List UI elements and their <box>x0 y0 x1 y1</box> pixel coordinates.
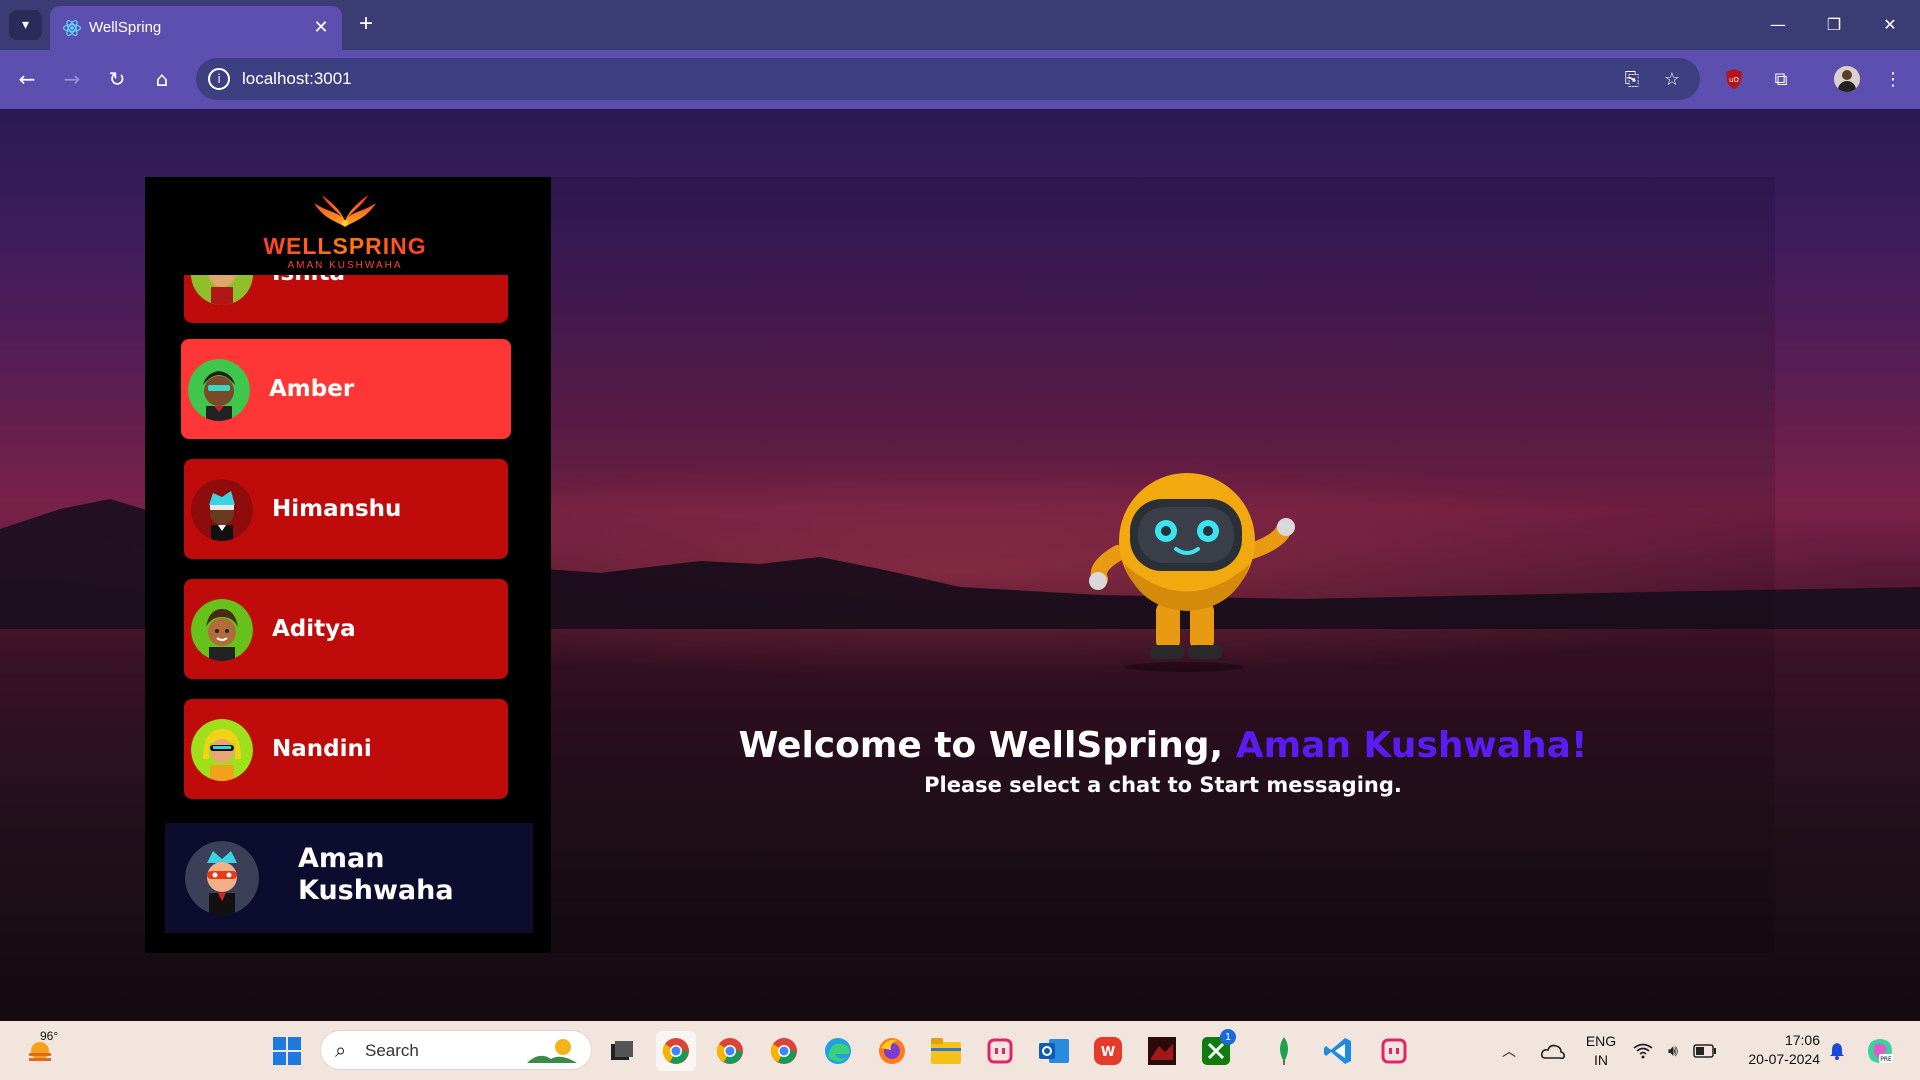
file-explorer-taskbar-icon[interactable] <box>926 1031 966 1071</box>
chrome-taskbar-icon[interactable] <box>656 1031 696 1071</box>
current-user-card[interactable]: Aman Kushwaha <box>165 823 533 933</box>
browser-toolbar: ← → ↻ ⌂ i localhost:3001 ⎘ ☆ uO ⧉ ⋮ <box>0 50 1920 109</box>
taskbar-search-box[interactable]: ⌕ Search <box>320 1030 592 1070</box>
search-highlight-icon <box>527 1039 577 1063</box>
clock-time[interactable]: 17:06 <box>1736 1032 1820 1048</box>
avatar <box>191 479 253 541</box>
minimize-icon[interactable]: — <box>1756 8 1800 40</box>
tab-title: WellSpring <box>89 19 162 36</box>
search-placeholder: Search <box>365 1041 419 1060</box>
browser-tab-strip: ▾ WellSpring ✕ + — ❐ ✕ <box>0 0 1920 50</box>
app-pink-2-taskbar-icon[interactable] <box>1374 1031 1414 1071</box>
outlook-taskbar-icon[interactable] <box>1034 1031 1074 1071</box>
task-view-icon[interactable] <box>602 1031 642 1071</box>
contact-list[interactable]: Ishita Amber Himanshu <box>145 275 551 855</box>
dark-app-taskbar-icon[interactable] <box>1142 1031 1182 1071</box>
copilot-icon[interactable]: PRE <box>1860 1031 1900 1071</box>
start-windows-icon[interactable] <box>267 1031 307 1071</box>
svg-text:W: W <box>1101 1045 1115 1060</box>
robot-mascot-image <box>1089 473 1295 672</box>
url-text: localhost:3001 <box>242 69 352 88</box>
sidebar: WELLSPRING AMAN KUSHWAHA Ishita Amber <box>145 177 551 953</box>
volume-icon[interactable]: 🔊︎ <box>1660 1031 1686 1071</box>
wifi-icon[interactable] <box>1630 1031 1656 1071</box>
contact-name: Ishita <box>272 275 345 286</box>
battery-icon[interactable] <box>1690 1031 1720 1071</box>
window-close-icon[interactable]: ✕ <box>1868 8 1912 40</box>
extensions-puzzle-icon[interactable]: ⧉ <box>1764 62 1798 96</box>
tab-search-button[interactable]: ▾ <box>9 10 42 40</box>
svg-text:uO: uO <box>1729 76 1739 84</box>
reload-icon[interactable]: ↻ <box>100 62 134 96</box>
contact-name: Nandini <box>272 736 372 762</box>
welcome-username: Aman Kushwaha! <box>1235 725 1588 766</box>
contact-item-ishita[interactable]: Ishita <box>184 275 508 323</box>
language-code[interactable]: ENG <box>1582 1033 1620 1049</box>
avatar <box>188 359 250 421</box>
chrome-canary-taskbar-icon[interactable] <box>764 1031 804 1071</box>
bookmark-star-icon[interactable]: ☆ <box>1660 67 1684 91</box>
welcome-subtitle: Please select a chat to Start messaging. <box>924 773 1402 797</box>
contact-item-amber[interactable]: Amber <box>181 339 511 439</box>
forward-arrow-icon[interactable]: → <box>55 62 89 96</box>
firefox-taskbar-icon[interactable] <box>872 1031 912 1071</box>
page-viewport: WELLSPRING AMAN KUSHWAHA Ishita Amber <box>0 109 1920 1021</box>
mongodb-taskbar-icon[interactable] <box>1264 1031 1304 1071</box>
notification-badge: 1 <box>1220 1029 1236 1045</box>
welcome-prefix: Welcome to WellSpring, <box>738 725 1236 766</box>
address-bar[interactable]: i localhost:3001 ⎘ ☆ <box>196 58 1700 100</box>
profile-avatar[interactable] <box>1830 62 1864 96</box>
contact-item-aditya[interactable]: Aditya <box>184 579 508 679</box>
contact-name: Himanshu <box>272 496 402 522</box>
chrome-profile-taskbar-icon[interactable] <box>710 1031 750 1071</box>
browser-menu-icon[interactable]: ⋮ <box>1876 62 1910 96</box>
browser-tab[interactable]: WellSpring ✕ <box>50 6 342 50</box>
wps-office-taskbar-icon[interactable]: W <box>1088 1031 1128 1071</box>
home-icon[interactable]: ⌂ <box>145 62 179 96</box>
chevron-down-icon: ▾ <box>21 17 30 33</box>
new-tab-button[interactable]: + <box>352 10 380 38</box>
current-user-name: Aman Kushwaha <box>298 843 454 906</box>
language-region[interactable]: IN <box>1582 1052 1620 1068</box>
xbox-taskbar-icon[interactable]: 1 <box>1196 1029 1236 1071</box>
avatar <box>191 599 253 661</box>
windows-taskbar: 96° ⌕ Search W 1 ︿ ENG IN 🔊︎ 17:06 20-07… <box>0 1021 1920 1080</box>
contact-item-nandini[interactable]: Nandini <box>184 699 508 799</box>
avatar <box>191 275 253 305</box>
tab-close-icon[interactable]: ✕ <box>310 16 332 38</box>
install-app-icon[interactable]: ⎘ <box>1620 67 1644 91</box>
edge-taskbar-icon[interactable] <box>818 1031 858 1071</box>
vscode-taskbar-icon[interactable] <box>1318 1031 1358 1071</box>
contact-name: Aditya <box>272 616 356 642</box>
chevron-up-icon[interactable]: ︿ <box>1494 1031 1524 1071</box>
notification-bell-icon[interactable] <box>1824 1031 1850 1071</box>
avatar <box>191 719 253 781</box>
weather-temp: 96° <box>40 1029 59 1043</box>
logo-subtitle: AMAN KUSHWAHA <box>287 260 403 271</box>
back-arrow-icon[interactable]: ← <box>10 62 44 96</box>
svg-text:PRE: PRE <box>1880 1056 1892 1063</box>
wellspring-logo: WELLSPRING AMAN KUSHWAHA <box>257 193 433 275</box>
site-info-icon[interactable]: i <box>208 68 230 90</box>
onedrive-icon[interactable] <box>1536 1031 1570 1071</box>
contact-item-himanshu[interactable]: Himanshu <box>184 459 508 559</box>
contact-name: Amber <box>269 376 355 402</box>
clock-date[interactable]: 20-07-2024 <box>1736 1051 1820 1067</box>
logo-wordmark: WELLSPRING <box>257 233 433 260</box>
phoenix-wings-icon <box>314 195 376 227</box>
chat-app-container: WELLSPRING AMAN KUSHWAHA Ishita Amber <box>145 177 1775 953</box>
chat-container: Welcome to WellSpring, Aman Kushwaha! Pl… <box>551 177 1775 953</box>
react-favicon-icon <box>63 20 81 36</box>
app-pink-taskbar-icon[interactable] <box>980 1031 1020 1071</box>
welcome-heading: Welcome to WellSpring, Aman Kushwaha! <box>551 725 1775 766</box>
avatar <box>185 841 259 915</box>
restore-icon[interactable]: ❐ <box>1812 8 1856 40</box>
ublock-extension-icon[interactable]: uO <box>1717 62 1751 96</box>
weather-widget[interactable]: 96° <box>20 1029 60 1071</box>
search-icon: ⌕ <box>335 1038 347 1062</box>
